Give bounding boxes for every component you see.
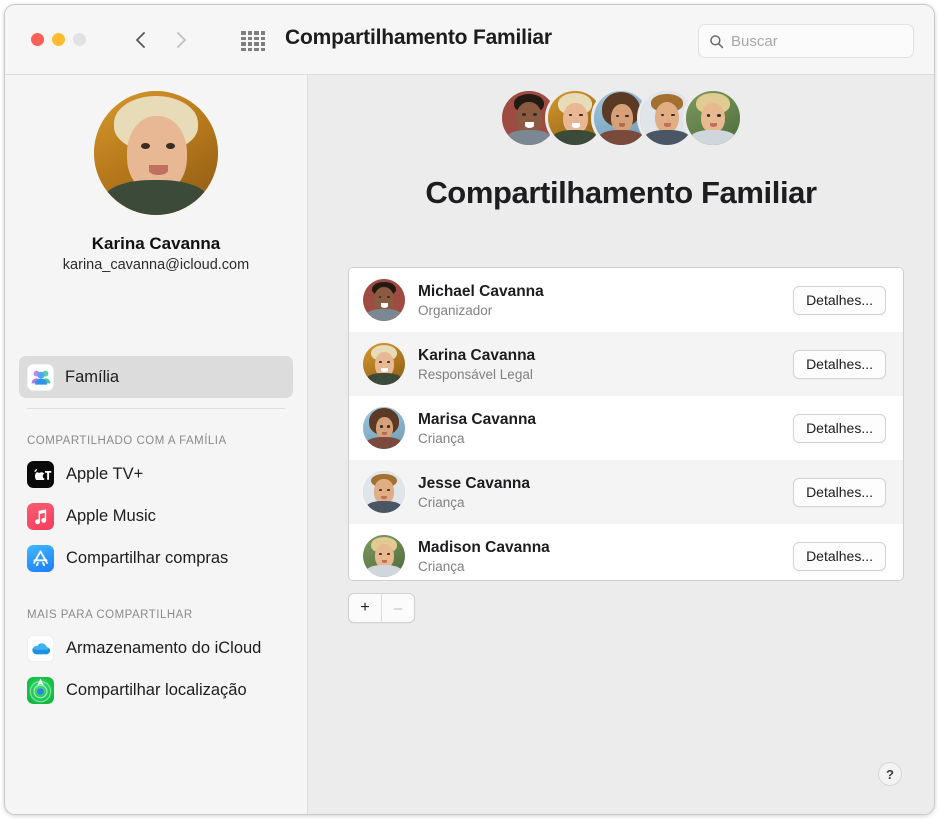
member-name: Madison Cavanna — [418, 538, 793, 557]
chevron-right-icon — [173, 26, 189, 54]
sidebar-item-label: Apple Music — [66, 507, 156, 526]
table-row[interactable]: Michael Cavanna Organizador Detalhes... — [349, 268, 903, 332]
details-button[interactable]: Detalhes... — [793, 478, 886, 507]
chevron-left-icon[interactable] — [133, 26, 149, 54]
sidebar-item-label: Família — [65, 368, 119, 387]
member-avatar — [363, 471, 405, 513]
madison-avatar — [683, 88, 743, 148]
icloud-icon — [27, 635, 54, 662]
help-button[interactable]: ? — [878, 762, 902, 786]
sidebar-item-compartilhar-localizacao[interactable]: Compartilhar localização — [5, 669, 307, 711]
sidebar-section-header-more: MAIS PARA COMPARTILHAR — [5, 609, 307, 621]
sidebar-section-header-shared: COMPARTILHADO COM A FAMÍLIA — [5, 435, 307, 447]
sidebar-item-label: Apple TV+ — [66, 465, 143, 484]
table-row[interactable]: Marisa Cavanna Criança Detalhes... — [349, 396, 903, 460]
details-button[interactable]: Detalhes... — [793, 286, 886, 315]
search-icon — [709, 34, 724, 49]
profile-name: Karina Cavanna — [5, 234, 307, 254]
details-button[interactable]: Detalhes... — [793, 350, 886, 379]
add-remove-segmented-control: + – — [348, 593, 415, 623]
sidebar: Karina Cavanna karina_cavanna@icloud.com… — [5, 75, 308, 814]
family-icon — [27, 364, 54, 391]
sidebar-item-compartilhar-compras[interactable]: Compartilhar compras — [5, 537, 307, 579]
family-member-list: Michael Cavanna Organizador Detalhes... — [348, 267, 904, 581]
sidebar-divider — [27, 408, 285, 409]
family-avatar-stack — [308, 88, 934, 148]
table-row[interactable]: Madison Cavanna Criança Detalhes... — [349, 524, 903, 581]
table-row[interactable]: Karina Cavanna Responsável Legal Detalhe… — [349, 332, 903, 396]
member-avatar — [363, 343, 405, 385]
member-role: Criança — [418, 559, 793, 574]
profile-block: Karina Cavanna karina_cavanna@icloud.com — [5, 91, 307, 273]
main-content: Compartilhamento Familiar — [308, 75, 934, 814]
member-name: Jesse Cavanna — [418, 474, 793, 493]
traffic-lights — [31, 33, 86, 46]
profile-email: karina_cavanna@icloud.com — [5, 257, 307, 273]
navigation-arrows — [133, 26, 189, 54]
remove-member-button: – — [382, 594, 414, 622]
window-title: Compartilhamento Familiar — [285, 26, 552, 50]
close-button[interactable] — [31, 33, 44, 46]
apple-music-icon — [27, 503, 54, 530]
sidebar-item-label: Compartilhar compras — [66, 549, 228, 568]
sidebar-item-apple-music[interactable]: Apple Music — [5, 495, 307, 537]
member-role: Organizador — [418, 303, 793, 318]
table-row[interactable]: Jesse Cavanna Criança Detalhes... — [349, 460, 903, 524]
sidebar-item-label: Armazenamento do iCloud — [66, 639, 261, 658]
search-field[interactable] — [698, 24, 914, 58]
search-input[interactable] — [731, 33, 891, 50]
details-button[interactable]: Detalhes... — [793, 542, 886, 571]
zoom-button — [73, 33, 86, 46]
find-my-icon — [27, 677, 54, 704]
window-titlebar: Compartilhamento Familiar — [5, 5, 934, 75]
member-role: Criança — [418, 495, 793, 510]
app-store-icon — [27, 545, 54, 572]
apple-tv-icon — [27, 461, 54, 488]
preferences-window: Compartilhamento Familiar — [4, 4, 935, 815]
sidebar-item-armazenamento-icloud[interactable]: Armazenamento do iCloud — [5, 627, 307, 669]
member-avatar — [363, 407, 405, 449]
member-avatar — [363, 535, 405, 577]
avatar[interactable] — [94, 91, 218, 215]
member-role: Responsável Legal — [418, 367, 793, 382]
member-role: Criança — [418, 431, 793, 446]
sidebar-item-apple-tv[interactable]: Apple TV+ — [5, 453, 307, 495]
minimize-button[interactable] — [52, 33, 65, 46]
add-member-button[interactable]: + — [349, 594, 381, 622]
details-button[interactable]: Detalhes... — [793, 414, 886, 443]
page-title: Compartilhamento Familiar — [308, 175, 934, 211]
member-name: Michael Cavanna — [418, 282, 793, 301]
grid-apps-icon[interactable] — [241, 31, 265, 51]
member-avatar — [363, 279, 405, 321]
sidebar-item-familia[interactable]: Família — [19, 356, 293, 398]
sidebar-item-label: Compartilhar localização — [66, 681, 247, 700]
member-name: Marisa Cavanna — [418, 410, 793, 429]
member-name: Karina Cavanna — [418, 346, 793, 365]
